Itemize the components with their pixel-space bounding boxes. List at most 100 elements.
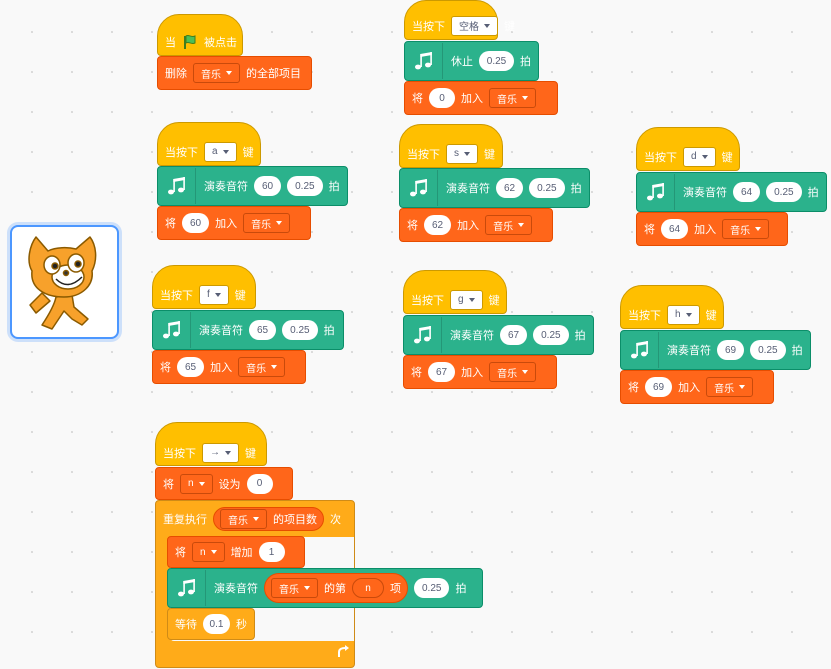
key-dropdown-value: g bbox=[458, 294, 464, 305]
wait-block[interactable]: 等待 0.1 秒 bbox=[167, 608, 255, 640]
add-label: 将 bbox=[160, 362, 171, 374]
add-value-input[interactable]: 62 bbox=[424, 215, 452, 235]
when-space-pressed-block[interactable]: 当按下 空格 键 bbox=[404, 0, 515, 40]
list-dropdown[interactable]: 音乐 bbox=[706, 377, 754, 397]
play-note-block[interactable]: 演奏音符 67 0.25 拍 bbox=[403, 315, 594, 355]
when-key-pressed-block[interactable]: 当按下 d 键 bbox=[636, 127, 740, 171]
add-to-list-block[interactable]: 将 0 加入 音乐 bbox=[404, 81, 558, 115]
chevron-down-icon bbox=[253, 517, 259, 521]
chevron-down-icon bbox=[214, 292, 221, 297]
list-dropdown[interactable]: 音乐 bbox=[238, 357, 286, 377]
key-dropdown[interactable]: 空格 bbox=[451, 15, 498, 36]
list-length-reporter[interactable]: 音乐 的项目数 bbox=[213, 507, 324, 531]
add-to-list-block[interactable]: 将 65 加入 音乐 bbox=[152, 350, 306, 384]
chevron-down-icon bbox=[276, 221, 283, 225]
variable-dropdown[interactable]: n bbox=[192, 542, 225, 562]
chevron-down-icon bbox=[755, 227, 762, 231]
list-dropdown[interactable]: 音乐 bbox=[220, 509, 267, 529]
beats-input[interactable]: 0.25 bbox=[282, 320, 318, 340]
beats-input[interactable]: 0.25 bbox=[766, 182, 802, 202]
key-dropdown[interactable]: → bbox=[202, 442, 239, 463]
note-input[interactable]: 62 bbox=[496, 178, 524, 198]
note-input[interactable]: 65 bbox=[249, 320, 277, 340]
variable-dropdown[interactable]: n bbox=[180, 473, 213, 494]
delete-all-block[interactable]: 删除 音乐 的全部项目 bbox=[157, 56, 312, 90]
key-label: 键 bbox=[245, 447, 256, 460]
play-note-block[interactable]: 演奏音符 65 0.25 拍 bbox=[152, 310, 344, 350]
set-value-input[interactable]: 0 bbox=[246, 473, 273, 494]
play-note-block[interactable]: 演奏音符 60 0.25 拍 bbox=[157, 166, 348, 206]
add-label: 将 bbox=[407, 220, 418, 232]
add-to-list-block[interactable]: 将 69 加入 音乐 bbox=[620, 370, 774, 404]
key-dropdown[interactable]: h bbox=[667, 304, 700, 325]
key-dropdown[interactable]: s bbox=[446, 143, 478, 164]
when-key-pressed-block[interactable]: 当按下 g 键 bbox=[403, 270, 507, 314]
add-to-list-block[interactable]: 将 60 加入 音乐 bbox=[157, 206, 311, 240]
item-label: 项 bbox=[390, 583, 401, 595]
add-value-input[interactable]: 0 bbox=[429, 88, 455, 108]
when-right-arrow-pressed-block[interactable]: 当按下 → 键 bbox=[155, 422, 267, 466]
play-note-block[interactable]: 演奏音符 69 0.25 拍 bbox=[620, 330, 811, 370]
beats-input[interactable]: 0.25 bbox=[414, 578, 450, 598]
rest-block[interactable]: 休止 0.25 拍 bbox=[404, 41, 539, 81]
note-input[interactable]: 69 bbox=[717, 340, 745, 360]
add-label: 将 bbox=[644, 224, 655, 236]
add-to-list-block[interactable]: 将 67 加入 音乐 bbox=[403, 355, 557, 389]
change-variable-block[interactable]: 将 n 增加 1 bbox=[167, 536, 305, 568]
add-label: 将 bbox=[412, 93, 423, 105]
chevron-down-icon bbox=[468, 297, 475, 302]
list-dropdown[interactable]: 音乐 bbox=[243, 213, 291, 233]
play-note-block[interactable]: 演奏音符 音乐 的第 n 项 0.25 拍 bbox=[167, 568, 483, 608]
add-value-input[interactable]: 60 bbox=[182, 213, 210, 233]
list-item-reporter[interactable]: 音乐 的第 n 项 bbox=[264, 573, 408, 603]
add-to-list-block[interactable]: 将 62 加入 音乐 bbox=[399, 208, 553, 242]
wait-seconds-input[interactable]: 0.1 bbox=[203, 614, 230, 634]
list-dropdown[interactable]: 音乐 bbox=[271, 578, 318, 598]
add-value-input[interactable]: 64 bbox=[661, 219, 689, 239]
list-dropdown[interactable]: 音乐 bbox=[193, 63, 240, 83]
beats-input[interactable]: 0.25 bbox=[533, 325, 569, 345]
music-notes-icon bbox=[175, 570, 206, 606]
key-dropdown[interactable]: a bbox=[204, 141, 237, 162]
play-note-block[interactable]: 演奏音符 62 0.25 拍 bbox=[399, 168, 590, 208]
list-dropdown[interactable]: 音乐 bbox=[489, 362, 537, 382]
chevron-down-icon bbox=[225, 450, 231, 455]
note-input[interactable]: 60 bbox=[254, 176, 282, 196]
when-key-pressed-block[interactable]: 当按下 h 键 bbox=[620, 285, 724, 329]
sprite-thumbnail[interactable] bbox=[10, 225, 119, 339]
add-value-input[interactable]: 67 bbox=[428, 362, 456, 382]
when-key-pressed-block[interactable]: 当按下 f 键 bbox=[152, 265, 256, 309]
note-input[interactable]: 64 bbox=[733, 182, 761, 202]
add-value-input[interactable]: 69 bbox=[645, 377, 673, 397]
change-label: 增加 bbox=[230, 547, 253, 559]
add-to-list-block[interactable]: 将 64 加入 音乐 bbox=[636, 212, 788, 246]
add-value-input[interactable]: 65 bbox=[177, 357, 205, 377]
variable-reporter[interactable]: n bbox=[352, 578, 384, 598]
rest-beats-input[interactable]: 0.25 bbox=[479, 51, 514, 71]
add-into-label: 加入 bbox=[457, 220, 480, 232]
key-label: 键 bbox=[721, 151, 733, 164]
change-value-input[interactable]: 1 bbox=[258, 542, 285, 562]
list-dropdown[interactable]: 音乐 bbox=[722, 219, 770, 239]
play-note-label: 演奏音符 bbox=[199, 325, 243, 337]
variable-dropdown-value: n bbox=[188, 478, 194, 489]
when-flag-clicked-block[interactable]: 当 被点击 bbox=[157, 14, 243, 56]
when-key-pressed-block[interactable]: 当按下 s 键 bbox=[399, 124, 503, 168]
key-dropdown[interactable]: f bbox=[199, 284, 229, 305]
play-note-block[interactable]: 演奏音符 64 0.25 拍 bbox=[636, 172, 827, 212]
list-dropdown-value: 音乐 bbox=[714, 383, 735, 395]
beats-label: 拍 bbox=[791, 345, 803, 357]
key-dropdown[interactable]: d bbox=[683, 146, 716, 167]
change-set-label: 将 bbox=[175, 547, 186, 559]
note-input[interactable]: 67 bbox=[500, 325, 528, 345]
when-key-pressed-block[interactable]: 当按下 a 键 bbox=[157, 122, 261, 166]
beats-input[interactable]: 0.25 bbox=[287, 176, 323, 196]
set-variable-block[interactable]: 将 n 设为 0 bbox=[155, 467, 293, 500]
beats-input[interactable]: 0.25 bbox=[750, 340, 786, 360]
list-dropdown[interactable]: 音乐 bbox=[489, 88, 536, 108]
key-dropdown[interactable]: g bbox=[450, 289, 483, 310]
list-dropdown-value: 音乐 bbox=[201, 69, 221, 81]
list-dropdown[interactable]: 音乐 bbox=[485, 215, 533, 235]
chevron-down-icon bbox=[464, 151, 470, 156]
beats-input[interactable]: 0.25 bbox=[529, 178, 565, 198]
